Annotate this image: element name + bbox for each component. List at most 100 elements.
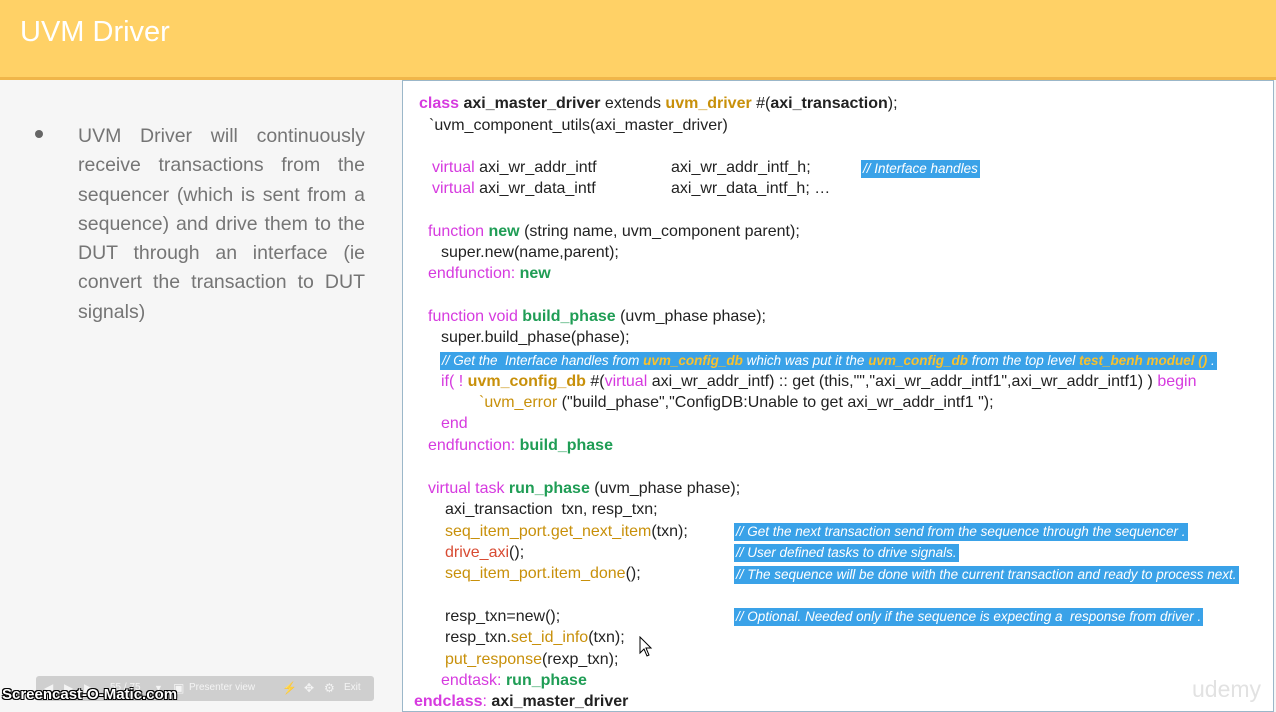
code-line-endfunction-new: endfunction: new bbox=[428, 263, 551, 284]
endclass-label: axi_master_driver bbox=[491, 693, 629, 710]
keyword-endfunction: endfunction bbox=[428, 265, 511, 282]
keyword-virtual: virtual bbox=[432, 180, 475, 197]
keyword-if: if( ! bbox=[441, 373, 468, 390]
code-line-end: end bbox=[441, 413, 468, 434]
code-line-endtask: endtask: run_phase bbox=[441, 670, 587, 691]
code-wr-addr-var: axi_wr_addr_intf_h; bbox=[671, 159, 811, 176]
keyword-virtual-task: virtual task bbox=[428, 480, 505, 497]
wr-data-type: axi_wr_data_intf bbox=[474, 180, 596, 197]
keyword-endfunction: endfunction bbox=[428, 437, 511, 454]
mouse-cursor-icon bbox=[639, 636, 653, 657]
build-phase-args: (uvm_phase phase); bbox=[615, 308, 766, 325]
call-drive-axi: drive_axi bbox=[445, 544, 510, 561]
comment-drive: // User defined tasks to drive signals. bbox=[734, 544, 959, 562]
keyword-end: end bbox=[441, 415, 468, 432]
keyword-endtask: endtask bbox=[441, 672, 498, 689]
comment-part: which was put it the bbox=[742, 353, 869, 368]
call-args: (); bbox=[625, 565, 641, 582]
colon: : bbox=[497, 672, 506, 689]
keyword-endclass: endclass bbox=[414, 693, 483, 710]
bullet-text: UVM Driver will continuously receive tra… bbox=[78, 125, 365, 323]
new-args: (string name, uvm_component parent); bbox=[519, 223, 800, 240]
param-open: #( bbox=[585, 373, 605, 390]
comment-highlight: uvm_config_db bbox=[868, 353, 968, 368]
keyword-begin: begin bbox=[1157, 373, 1197, 390]
task-name-run-phase: run_phase bbox=[508, 480, 590, 497]
call-put-response: put_response bbox=[445, 651, 542, 668]
endfunction-label-build: build_phase bbox=[519, 437, 613, 454]
call-args: (txn); bbox=[651, 523, 688, 540]
comment-part: . bbox=[1207, 353, 1215, 368]
slide-header: UVM Driver bbox=[0, 0, 1276, 80]
class-name: axi_master_driver bbox=[463, 95, 601, 112]
code-line-wr-addr: virtual axi_wr_addr_intf bbox=[432, 157, 597, 178]
code-line-uvm-error: `uvm_error ("build_phase","ConfigDB:Unab… bbox=[479, 392, 994, 413]
keyword-class: class bbox=[419, 95, 460, 112]
call-args: (txn); bbox=[588, 629, 625, 646]
call-item-done: seq_item_port.item_done bbox=[445, 565, 626, 582]
comment-item-done: // The sequence will be done with the cu… bbox=[734, 566, 1239, 584]
resp-txn: resp_txn. bbox=[445, 629, 511, 646]
code-line-super-build: super.build_phase(phase); bbox=[441, 329, 630, 346]
run-phase-args: (uvm_phase phase); bbox=[589, 480, 741, 497]
code-panel: class axi_master_driver extends uvm_driv… bbox=[402, 80, 1274, 712]
code-line-task-run: virtual task run_phase (uvm_phase phase)… bbox=[428, 478, 740, 499]
comment-part: from the top level bbox=[967, 353, 1080, 368]
param-type: axi_transaction bbox=[770, 95, 888, 112]
exit-button[interactable]: Exit bbox=[344, 682, 361, 693]
keyword-function-void: function void bbox=[428, 308, 518, 325]
code-line-endfunction-build: endfunction: build_phase bbox=[428, 435, 613, 456]
comment-optional: // Optional. Needed only if the sequence… bbox=[734, 608, 1204, 626]
gear-icon[interactable]: ⚙ bbox=[324, 681, 335, 695]
code-line-set-id: resp_txn.set_id_info(txn); bbox=[445, 627, 625, 648]
code-line-super-new: super.new(name,parent); bbox=[441, 244, 619, 261]
comment-get-handles: // Get the Interface handles from uvm_co… bbox=[440, 352, 1217, 370]
code-line-if-config: if( ! uvm_config_db #(virtual axi_wr_add… bbox=[441, 371, 1196, 392]
code-line-class: class axi_master_driver extends uvm_driv… bbox=[419, 93, 898, 114]
code-line-resp-new: resp_txn=new(); bbox=[445, 608, 561, 625]
error-args: ("build_phase","ConfigDB:Unable to get a… bbox=[557, 394, 994, 411]
endtask-label: run_phase bbox=[505, 672, 587, 689]
code-line-function-build: function void build_phase (uvm_phase pha… bbox=[428, 306, 766, 327]
keyword-virtual: virtual bbox=[432, 159, 475, 176]
code-line-function-new: function new (string name, uvm_component… bbox=[428, 221, 800, 242]
extends-text: extends bbox=[600, 95, 666, 112]
endfunction-label-new: new bbox=[519, 265, 551, 282]
call-set-id-info: set_id_info bbox=[510, 629, 589, 646]
bullet-dot-icon bbox=[35, 130, 43, 138]
comment-part: // Get the Interface handles from bbox=[442, 353, 644, 368]
code-line-put-response: put_response(rexp_txn); bbox=[445, 649, 618, 670]
udemy-logo: udemy bbox=[1192, 676, 1262, 702]
config-db: uvm_config_db bbox=[467, 373, 586, 390]
call-args: (); bbox=[509, 544, 525, 561]
slide-title: UVM Driver bbox=[20, 16, 170, 48]
code-line-get-next: seq_item_port.get_next_item(txn); bbox=[445, 521, 688, 542]
call-args: (rexp_txn); bbox=[541, 651, 619, 668]
code-line-drive-axi: drive_axi(); bbox=[445, 542, 524, 563]
code-wr-data-var: axi_wr_data_intf_h; … bbox=[671, 180, 831, 197]
comment-highlight: uvm_config_db bbox=[643, 353, 743, 368]
laser-pointer-icon[interactable]: ⚡ bbox=[282, 681, 297, 695]
code-line-wr-data: virtual axi_wr_data_intf bbox=[432, 178, 596, 199]
code-line-item-done: seq_item_port.item_done(); bbox=[445, 563, 641, 584]
code-line-utils: `uvm_component_utils(axi_master_driver) bbox=[429, 117, 728, 134]
code-line-txn-decl: axi_transaction txn, resp_txn; bbox=[445, 501, 658, 518]
param-open: #( bbox=[751, 95, 771, 112]
function-name-build-phase: build_phase bbox=[522, 308, 616, 325]
colon: : bbox=[510, 265, 520, 282]
fullscreen-icon[interactable]: ✥ bbox=[304, 681, 314, 695]
presenter-view-button[interactable]: Presenter view bbox=[189, 682, 255, 693]
if-args: axi_wr_addr_intf) :: get (this,"","axi_w… bbox=[647, 373, 1158, 390]
comment-get-next: // Get the next transaction send from th… bbox=[734, 523, 1188, 541]
function-name-new: new bbox=[488, 223, 520, 240]
code-line-endclass: endclass: axi_master_driver bbox=[414, 691, 629, 711]
base-class: uvm_driver bbox=[665, 95, 752, 112]
comment-highlight: test_benh moduel () bbox=[1079, 353, 1208, 368]
keyword-function: function bbox=[428, 223, 485, 240]
call-get-next-item: seq_item_port.get_next_item bbox=[445, 523, 652, 540]
wr-addr-type: axi_wr_addr_intf bbox=[474, 159, 597, 176]
colon: : bbox=[510, 437, 520, 454]
macro-uvm-error: `uvm_error bbox=[479, 394, 558, 411]
screencast-watermark: Screencast-O-Matic.com bbox=[2, 686, 178, 703]
param-close: ); bbox=[887, 95, 898, 112]
